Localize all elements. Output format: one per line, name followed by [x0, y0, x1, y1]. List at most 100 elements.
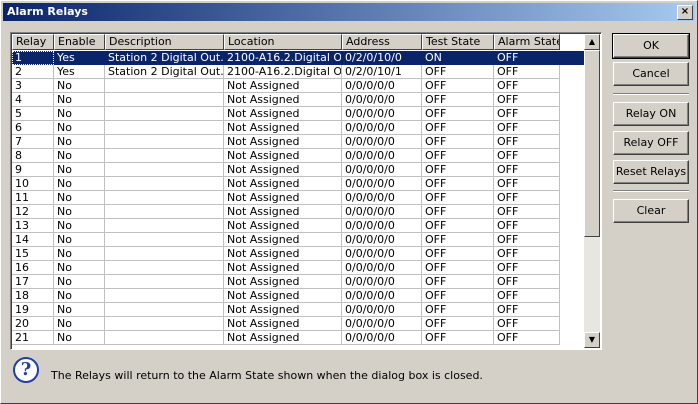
- scroll-down-button[interactable]: ▼: [584, 332, 600, 348]
- cell-address: 0/0/0/0/0: [342, 303, 422, 317]
- header-col-address[interactable]: Address: [342, 34, 422, 50]
- ok-button[interactable]: OK: [612, 33, 690, 59]
- cell-location: Not Assigned: [224, 219, 342, 233]
- cell-relay: 2: [12, 65, 54, 79]
- cell-location: Not Assigned: [224, 149, 342, 163]
- table-row[interactable]: 5 No Not Assigned 0/0/0/0/0 OFF OFF: [12, 107, 585, 121]
- header-col-relay[interactable]: Relay: [12, 34, 54, 50]
- cell-relay: 19: [12, 303, 54, 317]
- cell-enable: No: [54, 93, 105, 107]
- cell-test-state: OFF: [422, 121, 494, 135]
- cell-location: Not Assigned: [224, 317, 342, 331]
- table-row[interactable]: 11 No Not Assigned 0/0/0/0/0 OFF OFF: [12, 191, 585, 205]
- table-row[interactable]: 17 No Not Assigned 0/0/0/0/0 OFF OFF: [12, 275, 585, 289]
- cell-relay: 20: [12, 317, 54, 331]
- cell-enable: No: [54, 121, 105, 135]
- cell-alarm-state: OFF: [494, 93, 560, 107]
- table-row[interactable]: 20 No Not Assigned 0/0/0/0/0 OFF OFF: [12, 317, 585, 331]
- cell-test-state: OFF: [422, 233, 494, 247]
- cell-alarm-state: OFF: [494, 261, 560, 275]
- table-row[interactable]: 21 No Not Assigned 0/0/0/0/0 OFF OFF: [12, 331, 585, 345]
- cell-address: 0/0/0/0/0: [342, 149, 422, 163]
- table-row[interactable]: 10 No Not Assigned 0/0/0/0/0 OFF OFF: [12, 177, 585, 191]
- separator: [613, 93, 689, 95]
- header-col-description[interactable]: Description: [105, 34, 224, 50]
- header-col-location[interactable]: Location: [224, 34, 342, 50]
- close-button[interactable]: ×: [677, 5, 693, 20]
- table-row[interactable]: 15 No Not Assigned 0/0/0/0/0 OFF OFF: [12, 247, 585, 261]
- separator: [613, 190, 689, 192]
- cell-location: Not Assigned: [224, 121, 342, 135]
- cell-description: [105, 121, 224, 135]
- vertical-scrollbar[interactable]: ▲ ▼: [584, 34, 600, 348]
- header-col-alarm-state[interactable]: Alarm State: [494, 34, 560, 50]
- cell-relay: 7: [12, 135, 54, 149]
- cell-enable: No: [54, 149, 105, 163]
- title-bar: Alarm Relays ×: [3, 3, 695, 21]
- scroll-thumb[interactable]: [584, 50, 600, 237]
- cell-description: [105, 303, 224, 317]
- table-row[interactable]: 16 No Not Assigned 0/0/0/0/0 OFF OFF: [12, 261, 585, 275]
- cell-alarm-state: OFF: [494, 233, 560, 247]
- table-row[interactable]: 3 No Not Assigned 0/0/0/0/0 OFF OFF: [12, 79, 585, 93]
- cell-location: Not Assigned: [224, 191, 342, 205]
- table-row[interactable]: 14 No Not Assigned 0/0/0/0/0 OFF OFF: [12, 233, 585, 247]
- cell-alarm-state: OFF: [494, 317, 560, 331]
- cell-location: Not Assigned: [224, 205, 342, 219]
- info-message: The Relays will return to the Alarm Stat…: [51, 369, 483, 382]
- table-row[interactable]: 13 No Not Assigned 0/0/0/0/0 OFF OFF: [12, 219, 585, 233]
- cell-address: 0/0/0/0/0: [342, 177, 422, 191]
- reset-relays-button[interactable]: Reset Relays: [613, 160, 689, 184]
- cell-enable: No: [54, 79, 105, 93]
- cell-test-state: OFF: [422, 317, 494, 331]
- cell-location: 2100-A16.2.Digital O...: [224, 65, 342, 79]
- cell-location: 2100-A16.2.Digital O...: [224, 51, 342, 65]
- table-row[interactable]: 9 No Not Assigned 0/0/0/0/0 OFF OFF: [12, 163, 585, 177]
- cell-description: [105, 275, 224, 289]
- cell-address: 0/0/0/0/0: [342, 79, 422, 93]
- cell-test-state: OFF: [422, 331, 494, 345]
- cell-relay: 17: [12, 275, 54, 289]
- cell-relay: 14: [12, 233, 54, 247]
- cell-location: Not Assigned: [224, 247, 342, 261]
- cell-location: Not Assigned: [224, 261, 342, 275]
- cell-address: 0/2/0/10/0: [342, 51, 422, 65]
- table-row[interactable]: 4 No Not Assigned 0/0/0/0/0 OFF OFF: [12, 93, 585, 107]
- header-col-enable[interactable]: Enable: [54, 34, 105, 50]
- cell-alarm-state: OFF: [494, 191, 560, 205]
- cell-test-state: OFF: [422, 107, 494, 121]
- cell-alarm-state: OFF: [494, 219, 560, 233]
- cell-enable: No: [54, 107, 105, 121]
- table-row[interactable]: 8 No Not Assigned 0/0/0/0/0 OFF OFF: [12, 149, 585, 163]
- window-title: Alarm Relays: [7, 5, 88, 18]
- table-row[interactable]: 7 No Not Assigned 0/0/0/0/0 OFF OFF: [12, 135, 585, 149]
- cell-relay: 18: [12, 289, 54, 303]
- relay-list[interactable]: Relay Enable Description Location Address Tes…: [10, 32, 602, 350]
- cell-description: [105, 93, 224, 107]
- cell-alarm-state: OFF: [494, 303, 560, 317]
- cell-alarm-state: OFF: [494, 275, 560, 289]
- cell-description: [105, 149, 224, 163]
- cell-relay: 1: [12, 51, 54, 65]
- table-row[interactable]: 12 No Not Assigned 0/0/0/0/0 OFF OFF: [12, 205, 585, 219]
- scroll-up-button[interactable]: ▲: [584, 34, 600, 50]
- header-col-test-state[interactable]: Test State: [422, 34, 494, 50]
- cell-test-state: OFF: [422, 163, 494, 177]
- cell-description: [105, 135, 224, 149]
- table-row[interactable]: 6 No Not Assigned 0/0/0/0/0 OFF OFF: [12, 121, 585, 135]
- relay-off-button[interactable]: Relay OFF: [613, 131, 689, 155]
- cell-location: Not Assigned: [224, 93, 342, 107]
- table-row[interactable]: 18 No Not Assigned 0/0/0/0/0 OFF OFF: [12, 289, 585, 303]
- cell-test-state: OFF: [422, 275, 494, 289]
- cell-location: Not Assigned: [224, 107, 342, 121]
- cell-relay: 4: [12, 93, 54, 107]
- cell-description: [105, 233, 224, 247]
- cell-test-state: ON: [422, 51, 494, 65]
- clear-button[interactable]: Clear: [613, 199, 689, 223]
- cell-test-state: OFF: [422, 247, 494, 261]
- table-row[interactable]: 1 Yes Station 2 Digital Out... 2100-A16.2.D…: [12, 51, 585, 65]
- table-row[interactable]: 2 Yes Station 2 Digital Out... 2100-A16.2.D…: [12, 65, 585, 79]
- cancel-button[interactable]: Cancel: [613, 62, 689, 86]
- table-row[interactable]: 19 No Not Assigned 0/0/0/0/0 OFF OFF: [12, 303, 585, 317]
- relay-on-button[interactable]: Relay ON: [613, 102, 689, 126]
